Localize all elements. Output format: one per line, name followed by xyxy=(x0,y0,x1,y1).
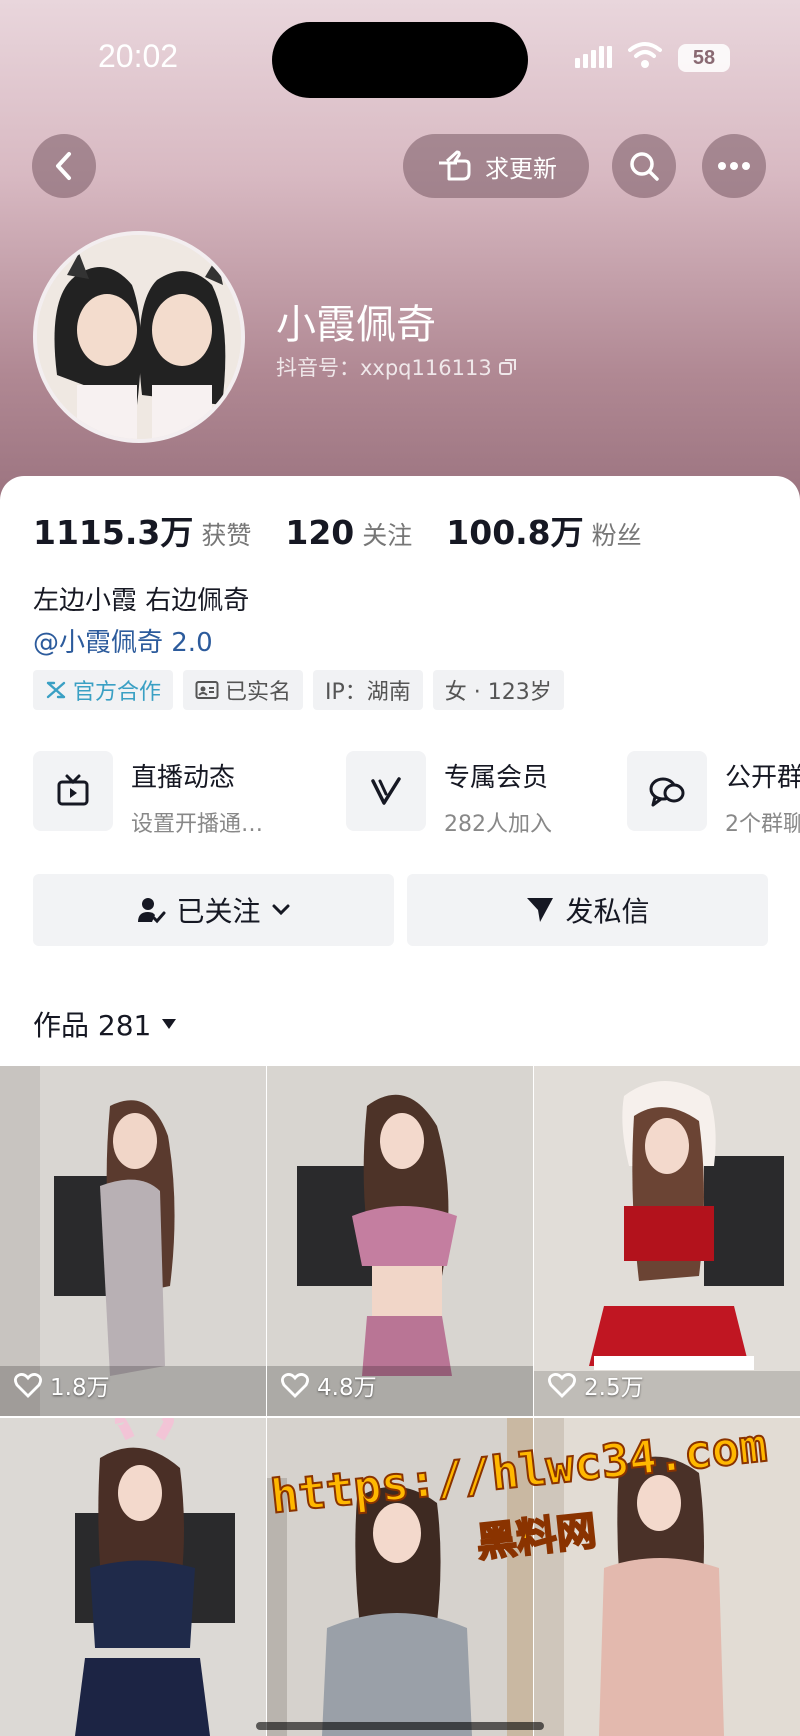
pointing-hand-icon xyxy=(439,150,471,181)
heart-icon xyxy=(14,1373,42,1398)
request-update-label: 求更新 xyxy=(485,154,557,183)
id-card-icon xyxy=(195,681,219,699)
send-message-button[interactable]: 发私信 xyxy=(407,874,768,946)
copy-icon[interactable] xyxy=(498,357,518,377)
following-label[interactable]: 关注 xyxy=(362,516,412,552)
followers-count[interactable]: 100.8万 xyxy=(446,506,583,554)
search-button[interactable] xyxy=(612,134,676,198)
video-thumbnail[interactable]: 2.5万 xyxy=(534,1066,800,1416)
video-cover-image xyxy=(0,1418,266,1736)
cellular-signal-icon xyxy=(575,46,612,68)
feature-membership[interactable]: 专属会员 282人加入 xyxy=(346,751,552,835)
followers-label[interactable]: 粉丝 xyxy=(592,516,642,552)
more-dots-icon xyxy=(718,162,750,170)
send-message-label: 发私信 xyxy=(565,895,650,928)
video-cover-image xyxy=(267,1066,533,1416)
feature-group-subtitle: 2个群聊 xyxy=(725,812,800,835)
douyin-id-text: 抖音号：xxpq116113 xyxy=(276,356,492,380)
more-button[interactable] xyxy=(702,134,766,198)
nickname: 小霞佩奇 xyxy=(276,302,436,348)
chat-group-icon xyxy=(649,777,685,807)
video-likes: 1.8万 xyxy=(14,1368,110,1402)
stats-row: 1115.3万 获赞 120 关注 100.8万 粉丝 xyxy=(33,506,676,554)
feature-entries: 直播动态 设置开播通… 专属会员 282人加入 公开群 2个群聊 xyxy=(33,751,800,835)
wifi-icon xyxy=(628,42,662,68)
feature-live-updates[interactable]: 直播动态 设置开播通… xyxy=(33,751,263,835)
heart-icon xyxy=(548,1373,576,1398)
tag-ip: IP：湖南 xyxy=(313,670,423,710)
tag-gender-age: 女 · 123岁 xyxy=(432,670,564,710)
chevron-down-icon xyxy=(272,904,289,916)
mention-link[interactable]: @小霞佩奇 2.0 xyxy=(33,622,213,659)
tag-verified-label: 已实名 xyxy=(225,680,292,705)
chevron-left-icon xyxy=(56,152,71,180)
status-time: 20:02 xyxy=(98,38,179,74)
feature-public-group[interactable]: 公开群 2个群聊 xyxy=(627,751,800,835)
profile-tags: 官方合作 已实名 IP：湖南 女 · 123岁 xyxy=(33,670,564,710)
user-check-icon xyxy=(138,898,166,924)
feature-group-title: 公开群 xyxy=(725,763,800,793)
video-likes: 4.8万 xyxy=(281,1368,377,1402)
video-thumbnail[interactable]: 4.8万 xyxy=(267,1066,533,1416)
heart-icon xyxy=(281,1373,309,1398)
feature-membership-subtitle: 282人加入 xyxy=(444,812,552,835)
tag-official-label: 官方合作 xyxy=(73,680,162,705)
back-button[interactable] xyxy=(32,134,96,198)
battery-indicator: 58 xyxy=(678,44,730,72)
video-likes: 2.5万 xyxy=(548,1368,644,1402)
works-tab[interactable]: 作品 281 xyxy=(33,1004,177,1044)
video-likes-count: 4.8万 xyxy=(317,1375,377,1401)
followed-label: 已关注 xyxy=(176,895,261,928)
followed-button[interactable]: 已关注 xyxy=(33,874,394,946)
video-cover-image xyxy=(0,1066,266,1416)
caret-down-icon xyxy=(162,1019,177,1029)
video-thumbnail[interactable]: 1.8万 xyxy=(0,1066,266,1416)
tag-gender-age-label: 女 · 123岁 xyxy=(444,680,552,705)
send-icon xyxy=(527,898,554,922)
works-tab-label: 作品 281 xyxy=(33,1009,152,1042)
video-likes-count: 1.8万 xyxy=(50,1375,110,1401)
official-cooperation-icon xyxy=(46,681,66,699)
request-update-button[interactable]: 求更新 xyxy=(403,134,589,198)
video-cover-image xyxy=(534,1066,800,1416)
search-icon xyxy=(630,152,659,181)
likes-count: 1115.3万 xyxy=(33,513,194,552)
likes-label: 获赞 xyxy=(201,521,252,550)
tag-verified[interactable]: 已实名 xyxy=(183,670,304,710)
douyin-id: 抖音号：xxpq116113 xyxy=(276,352,518,382)
tag-official[interactable]: 官方合作 xyxy=(33,670,174,710)
tag-ip-label: IP：湖南 xyxy=(325,680,411,705)
feature-live-subtitle: 设置开播通… xyxy=(131,812,264,835)
bio: 左边小霞 右边佩奇 xyxy=(33,586,250,616)
home-indicator[interactable] xyxy=(256,1722,544,1730)
v-badge-icon xyxy=(371,777,401,805)
video-thumbnail[interactable] xyxy=(0,1418,266,1736)
dynamic-island xyxy=(272,22,528,98)
following-count[interactable]: 120 xyxy=(285,513,354,552)
feature-live-title: 直播动态 xyxy=(131,763,236,793)
avatar[interactable] xyxy=(33,231,245,443)
feature-membership-title: 专属会员 xyxy=(444,763,549,793)
tv-icon xyxy=(57,774,89,806)
video-likes-count: 2.5万 xyxy=(584,1375,644,1401)
avatar-illustration xyxy=(37,235,241,439)
